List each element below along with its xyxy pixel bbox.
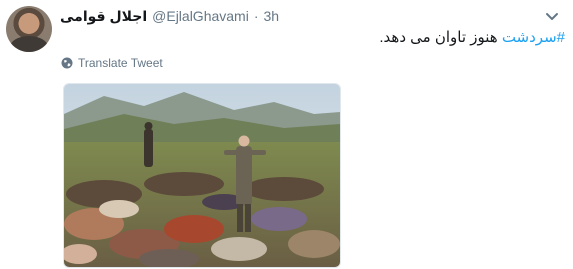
tweet-header: اجلال قوامی @EjlalGhavami · 3h: [60, 8, 279, 25]
tweet-photo[interactable]: [63, 83, 341, 268]
author-display-name[interactable]: اجلال قوامی: [60, 8, 147, 25]
author-handle[interactable]: @EjlalGhavami: [152, 8, 249, 24]
avatar-figure: [10, 36, 48, 52]
tweet-text: #سردشت هنوز تاوان می دهد.: [379, 28, 565, 46]
hashtag-link[interactable]: #سردشت: [502, 29, 565, 46]
avatar[interactable]: [6, 6, 52, 52]
translate-label: Translate Tweet: [78, 56, 163, 70]
tweet-body: هنوز تاوان می دهد.: [379, 29, 502, 46]
photo-scene: [64, 84, 340, 267]
tweet-timestamp[interactable]: 3h: [264, 8, 280, 24]
tweet-card: اجلال قوامی @EjlalGhavami · 3h #سردشت هن…: [0, 0, 573, 269]
header-separator: ·: [253, 8, 259, 24]
translate-tweet-button[interactable]: Translate Tweet: [61, 56, 163, 70]
globe-icon: [61, 57, 73, 69]
chevron-down-icon[interactable]: [545, 12, 559, 22]
